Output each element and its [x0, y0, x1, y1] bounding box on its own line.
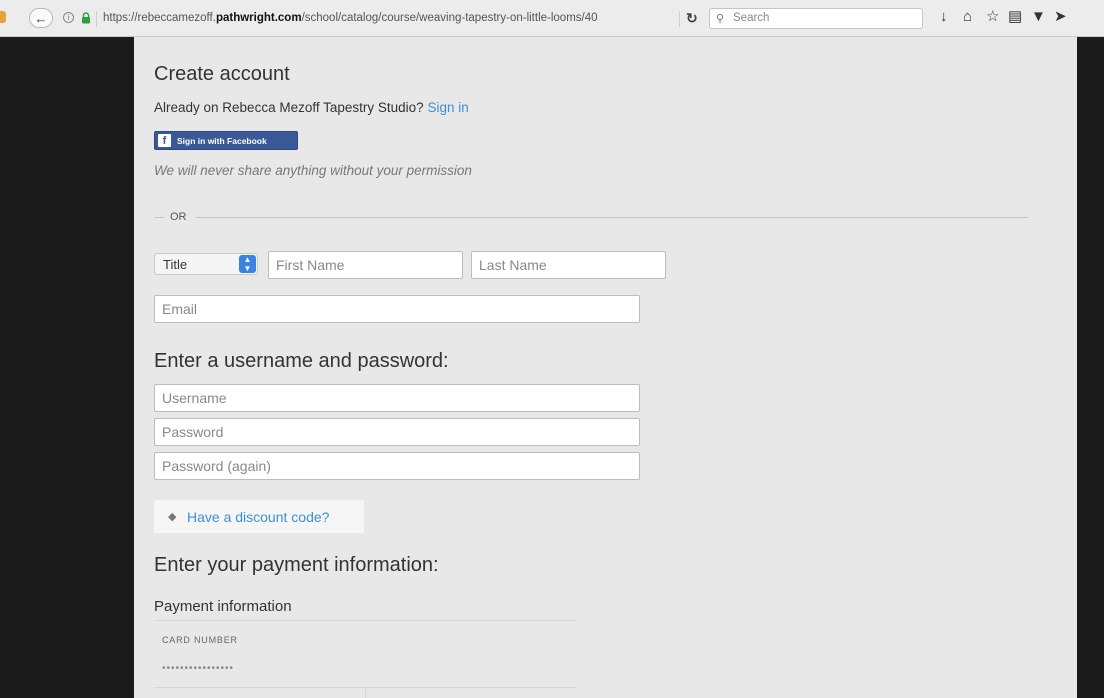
facebook-signin-button[interactable]: f Sign in with Facebook: [154, 131, 298, 150]
payment-info-label: Payment information: [154, 598, 292, 615]
search-placeholder: Search: [733, 12, 770, 24]
info-icon[interactable]: i: [63, 12, 74, 23]
password-again-input[interactable]: [154, 452, 640, 480]
search-icon: ⚲: [716, 13, 725, 25]
send-icon[interactable]: ➤: [1054, 9, 1067, 24]
already-member-line: Already on Rebecca Mezoff Tapestry Studi…: [154, 100, 469, 115]
discount-code-link[interactable]: Have a discount code?: [187, 509, 329, 525]
select-arrows-icon: ▲ ▼: [239, 255, 256, 273]
title-select[interactable]: Title ▲ ▼: [154, 253, 258, 275]
card-field-separator: [365, 688, 366, 698]
card-number-label: CARD NUMBER: [162, 635, 238, 645]
password-input[interactable]: [154, 418, 640, 446]
email-input[interactable]: [154, 295, 640, 323]
username-input[interactable]: [154, 384, 640, 412]
home-icon[interactable]: ⌂: [963, 9, 972, 24]
sign-in-link[interactable]: Sign in: [427, 100, 468, 115]
or-divider-left: [154, 217, 164, 218]
page-left-margin: [0, 37, 134, 698]
lock-icon: [82, 12, 90, 24]
url-end-separator: [679, 11, 680, 27]
facebook-button-label: Sign in with Facebook: [177, 136, 267, 146]
privacy-note: We will never share anything without you…: [154, 163, 472, 178]
url-domain: pathwright.com: [215, 12, 302, 24]
bookmark-star-icon[interactable]: ☆: [986, 9, 999, 24]
url-prefix: https://rebeccamezoff.: [103, 12, 216, 24]
url-path: /school/catalog/course/weaving-tapestry-…: [301, 12, 598, 24]
page-right-margin: [1077, 37, 1104, 698]
reload-icon[interactable]: ↻: [686, 10, 698, 27]
payment-heading: Enter your payment information:: [154, 554, 439, 576]
tab-edge: [0, 11, 6, 23]
browser-toolbar: ← i https://rebeccamezoff.pathwright.com…: [0, 0, 1104, 37]
already-text: Already on Rebecca Mezoff Tapestry Studi…: [154, 100, 424, 115]
discount-code-button[interactable]: ◆ Have a discount code?: [154, 500, 364, 533]
last-name-input[interactable]: [471, 251, 666, 279]
reader-view-icon[interactable]: ▤: [1008, 9, 1022, 24]
facebook-icon: f: [158, 134, 171, 147]
payment-divider: [154, 620, 576, 621]
credentials-heading: Enter a username and password:: [154, 350, 449, 372]
card-number-field[interactable]: ••••••••••••••••: [162, 663, 234, 674]
url-separator: [96, 11, 97, 27]
or-divider-text: OR: [170, 211, 187, 223]
first-name-input[interactable]: [268, 251, 463, 279]
download-icon[interactable]: ↓: [940, 9, 948, 24]
or-divider-right: [196, 217, 1028, 218]
search-box[interactable]: ⚲ Search: [709, 8, 923, 29]
create-account-heading: Create account: [154, 63, 290, 85]
tag-icon: ◆: [168, 511, 177, 523]
title-select-value: Title: [163, 257, 188, 272]
url-bar[interactable]: https://rebeccamezoff.pathwright.com/sch…: [103, 12, 653, 24]
signup-panel: Create account Already on Rebecca Mezoff…: [134, 37, 1077, 698]
back-button[interactable]: ←: [29, 8, 53, 28]
pocket-icon[interactable]: ▼: [1031, 9, 1046, 24]
